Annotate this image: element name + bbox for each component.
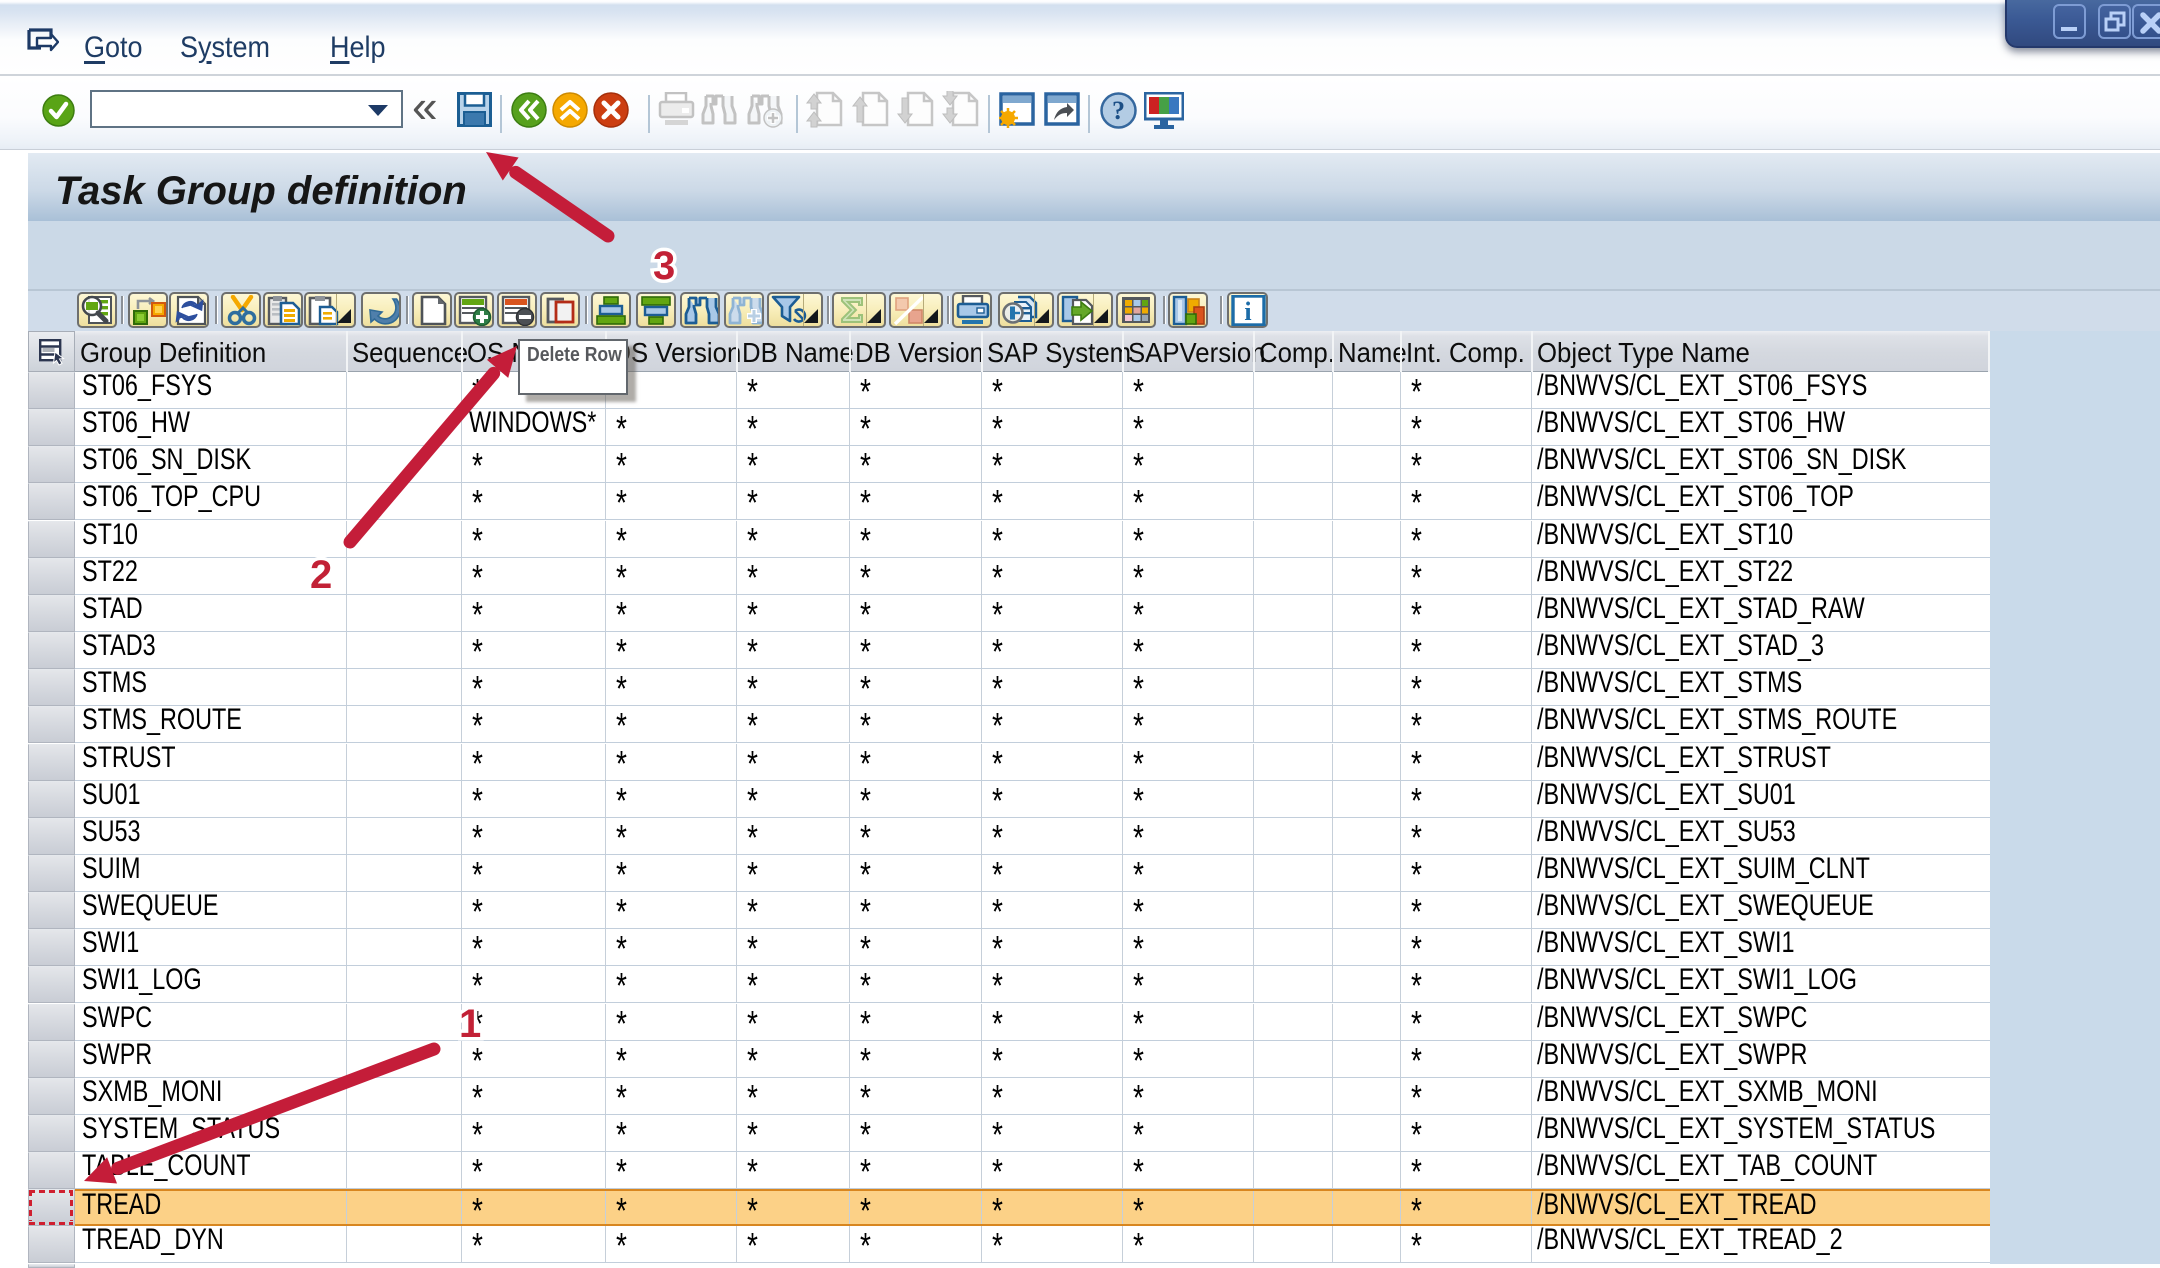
svg-text:i: i (1244, 297, 1251, 326)
svg-text:?: ? (1112, 96, 1125, 125)
